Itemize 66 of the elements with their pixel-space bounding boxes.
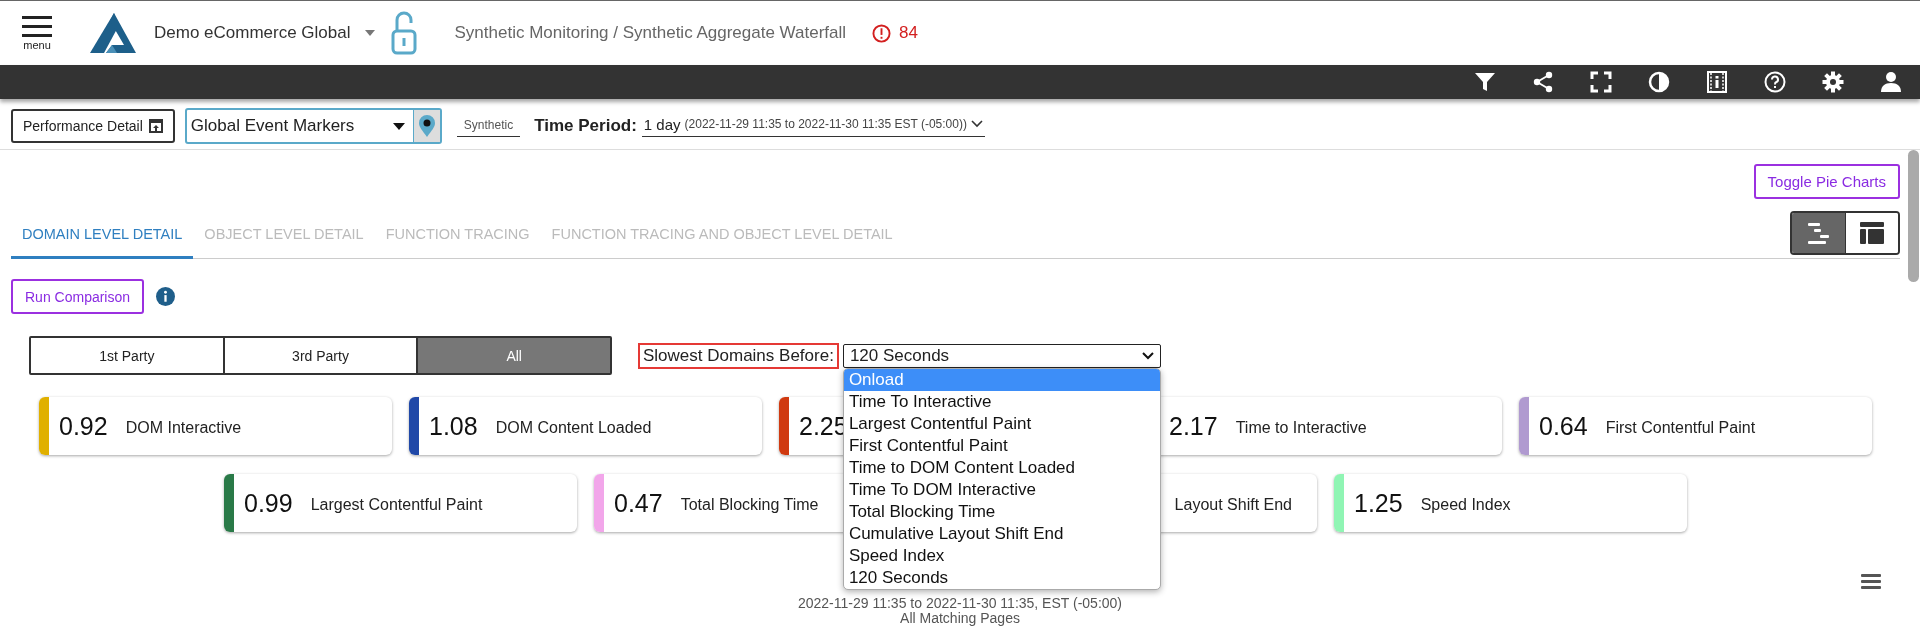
metric-value: 2.17	[1169, 411, 1218, 441]
waterfall-icon	[1805, 221, 1832, 245]
time-period-dropdown[interactable]: 1 day (2022-11-29 11:35 to 2022-11-30 11:35 EST (-05:00))	[641, 115, 985, 137]
filter-icon[interactable]	[1473, 70, 1497, 94]
menu-icon[interactable]	[1861, 574, 1881, 590]
alert-icon[interactable]	[872, 23, 892, 43]
event-markers-dropdown[interactable]: Global Event Markers	[184, 108, 442, 144]
metric-value: 1.08	[429, 411, 478, 441]
org-dropdown[interactable]: Demo eCommerce Global	[154, 23, 375, 43]
scrollbar-thumb[interactable]	[1908, 150, 1919, 282]
metric-label: Total Blocking Time	[680, 496, 819, 514]
metric-label: Layout Shift End	[1174, 496, 1292, 514]
date-range-text: 2022-11-29 11:35 to 2022-11-30 11:35, EST (-05:00)	[797, 596, 1122, 611]
party-filter-button[interactable]: All	[416, 338, 610, 373]
help-icon[interactable]	[1763, 70, 1787, 94]
menu-button[interactable]: menu	[22, 15, 52, 51]
pages-text: All Matching Pages	[900, 611, 1020, 626]
dropdown-option[interactable]: Time To Interactive	[843, 390, 1160, 413]
caret-icon	[364, 30, 375, 36]
layout-icon	[1859, 221, 1885, 245]
toggle-pie-charts-button[interactable]: Toggle Pie Charts	[1753, 164, 1900, 199]
metric-value: 0.92	[59, 411, 108, 441]
metric-label: Largest Contentful Paint	[310, 496, 483, 514]
slowest-domains-select[interactable]: 120 Seconds	[842, 343, 1161, 368]
dropdown-option[interactable]: Cumulative Layout Shift End	[843, 522, 1160, 545]
source-tag[interactable]: Synthetic	[456, 115, 521, 137]
chevron-down-icon	[1141, 351, 1154, 360]
fullscreen-icon[interactable]	[1589, 70, 1613, 94]
dropdown-option[interactable]: Total Blocking Time	[843, 500, 1160, 523]
time-period-label: Time Period:	[534, 116, 637, 136]
user-icon[interactable]	[1879, 70, 1903, 94]
contrast-icon[interactable]	[1647, 70, 1671, 94]
alert-count[interactable]: 84	[899, 23, 918, 43]
performance-detail-button[interactable]: Performance Detail	[11, 109, 175, 143]
metric-label: First Contentful Paint	[1605, 419, 1756, 437]
breadcrumb: Synthetic Monitoring / Synthetic Aggregate Waterfall	[454, 23, 847, 43]
tab[interactable]: DOMAIN LEVEL DETAIL	[11, 214, 194, 259]
metric-value: 0.47	[614, 488, 663, 518]
dropdown-option[interactable]: Time to DOM Content Loaded	[843, 456, 1160, 479]
film-info-icon[interactable]	[1705, 70, 1729, 94]
view-toggle-button[interactable]	[1792, 213, 1845, 253]
info-icon[interactable]	[156, 287, 176, 306]
menu-icon	[22, 15, 52, 39]
caret-icon	[392, 122, 405, 130]
unlocked-padlock-icon[interactable]	[390, 11, 417, 55]
metric-value: 1.25	[1354, 488, 1403, 518]
metric-label: Speed Index	[1420, 496, 1511, 514]
metric-value: 0.64	[1539, 411, 1588, 441]
dropdown-option[interactable]: Largest Contentful Paint	[843, 412, 1160, 435]
dropdown-option[interactable]: Speed Index	[843, 544, 1160, 567]
run-comparison-button[interactable]: Run Comparison	[11, 279, 145, 314]
map-pin-icon[interactable]	[418, 115, 435, 137]
chevron-down-icon	[970, 120, 983, 128]
open-window-icon	[148, 119, 163, 133]
metric-label: DOM Interactive	[125, 419, 242, 437]
metric-label: DOM Content Loaded	[495, 419, 652, 437]
share-icon[interactable]	[1531, 70, 1555, 94]
metric-label: Time to Interactive	[1235, 419, 1367, 437]
view-toggle-button[interactable]	[1845, 213, 1898, 253]
dropdown-option[interactable]: Time To DOM Interactive	[843, 478, 1160, 501]
metric-value: 0.99	[244, 488, 293, 518]
logo-icon	[90, 13, 136, 53]
dropdown-option[interactable]: 120 Seconds	[843, 566, 1160, 589]
settings-icon[interactable]	[1821, 70, 1845, 94]
dropdown-option[interactable]: First Contentful Paint	[843, 434, 1160, 457]
slowest-domains-label: Slowest Domains Before:	[638, 342, 839, 369]
